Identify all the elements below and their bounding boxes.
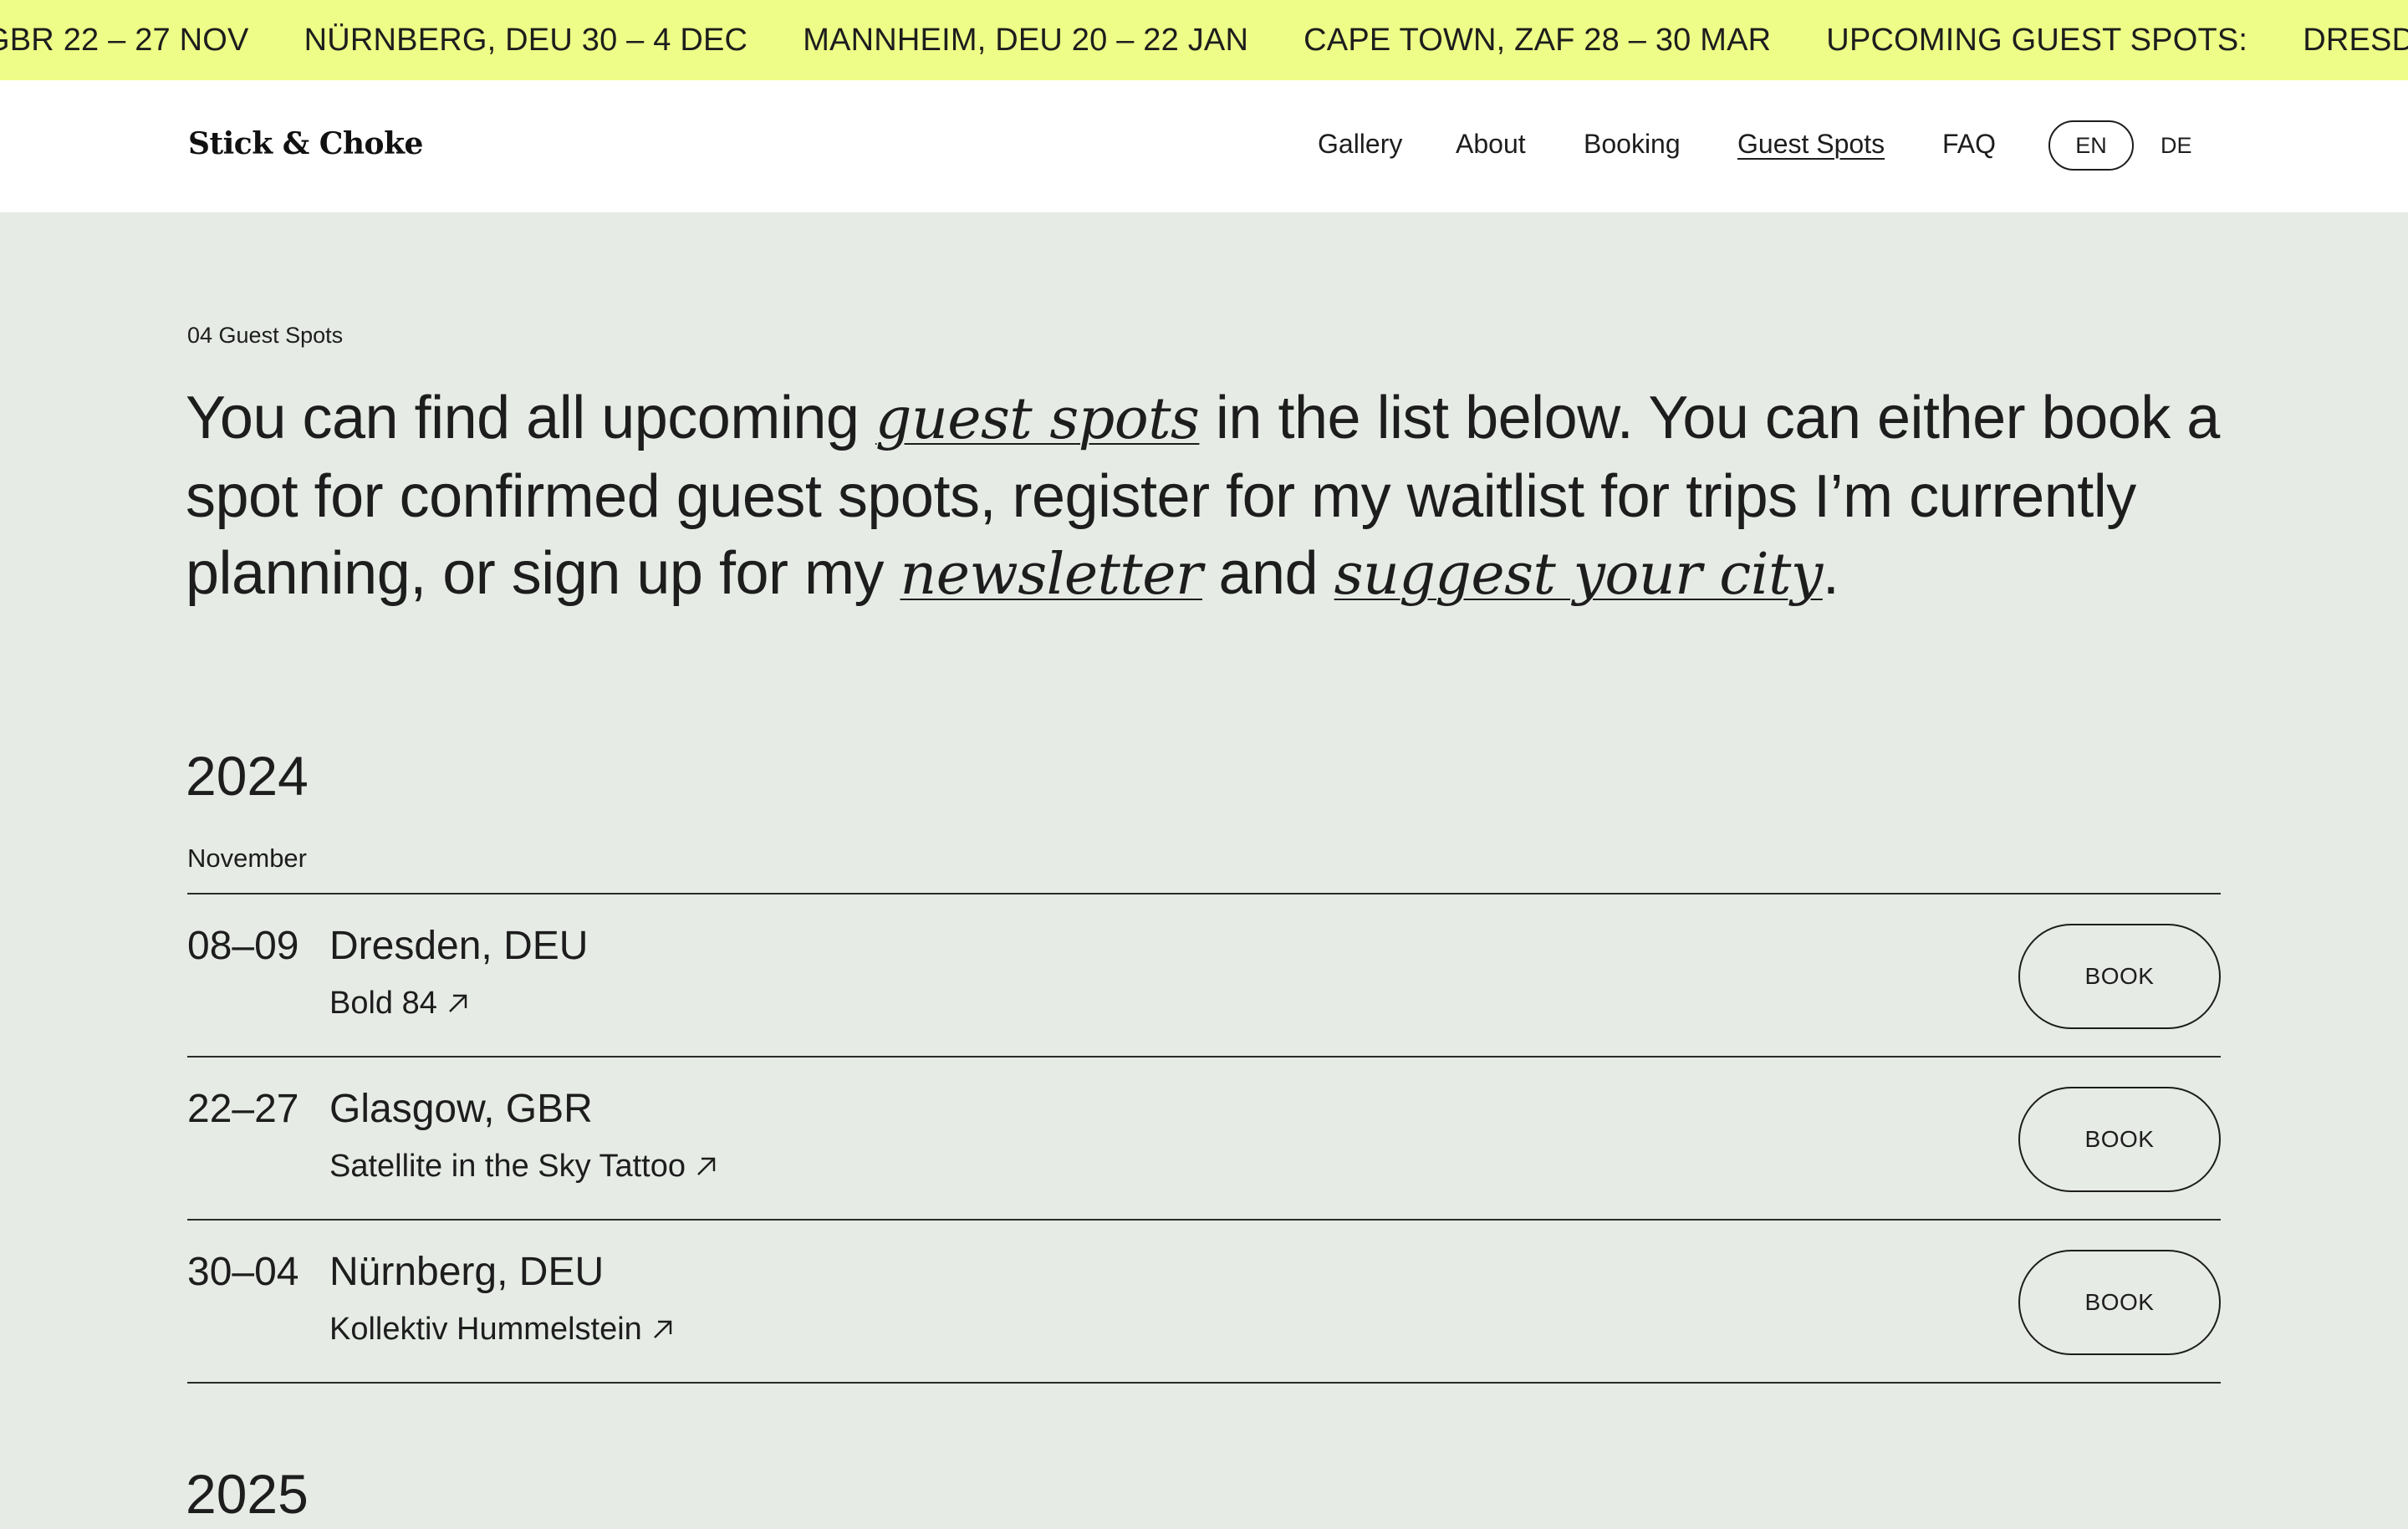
spot-city: Glasgow, GBR <box>329 1087 593 1131</box>
announcement-marquee: GBR 22 – 27 NOV NÜRNBERG, DEU 30 – 4 DEC… <box>0 0 2408 80</box>
site-logo[interactable]: Stick & Choke <box>188 122 423 166</box>
guest-spot-list: 08–09 Dresden, DEU Bold 84 BOOK 22–27 Gl… <box>187 893 2221 1384</box>
language-en-button[interactable]: EN <box>2048 120 2134 171</box>
spot-studio-name: Bold 84 <box>329 986 437 1021</box>
book-button[interactable]: BOOK <box>2018 1250 2221 1355</box>
nav-link-about[interactable]: About <box>1456 122 1526 166</box>
site-header: Stick & Choke Gallery About Booking Gues… <box>0 80 2408 212</box>
spot-date: 22–27 <box>187 1087 299 1131</box>
external-arrow-icon <box>697 1157 716 1175</box>
intro-text: . <box>1822 540 1839 607</box>
external-arrow-icon <box>449 994 467 1012</box>
marquee-track: GBR 22 – 27 NOV NÜRNBERG, DEU 30 – 4 DEC… <box>0 0 2408 80</box>
year-heading: 2024 <box>186 745 309 807</box>
spot-studio-name: Kollektiv Hummelstein <box>329 1312 642 1347</box>
marquee-item: NÜRNBERG, DEU 30 – 4 DEC <box>304 23 748 58</box>
spot-date: 30–04 <box>187 1250 299 1294</box>
external-arrow-icon <box>653 1320 671 1338</box>
spot-city: Nürnberg, DEU <box>329 1250 605 1294</box>
book-button[interactable]: BOOK <box>2018 924 2221 1029</box>
marquee-item: GBR 22 – 27 NOV <box>0 23 249 58</box>
language-de-button[interactable]: DE <box>2161 120 2192 171</box>
intro-text: You can find all upcoming <box>186 385 875 451</box>
book-button[interactable]: BOOK <box>2018 1087 2221 1192</box>
marquee-item: MANNHEIM, DEU 20 – 22 JAN <box>803 23 1249 58</box>
guest-spot-row: 30–04 Nürnberg, DEU Kollektiv Hummelstei… <box>187 1221 2221 1384</box>
guest-spots-link[interactable]: guest spots <box>875 386 1200 452</box>
nav-link-guest-spots[interactable]: Guest Spots <box>1737 122 1885 166</box>
nav-link-faq[interactable]: FAQ <box>1942 122 1996 166</box>
spot-studio-link[interactable]: Kollektiv Hummelstein <box>329 1309 676 1349</box>
spot-studio-link[interactable]: Bold 84 <box>329 983 471 1023</box>
suggest-city-link[interactable]: suggest your city <box>1334 542 1824 608</box>
nav-link-booking[interactable]: Booking <box>1584 122 1681 166</box>
newsletter-link[interactable]: newsletter <box>900 542 1202 608</box>
intro-paragraph: You can find all upcoming guest spots in… <box>186 380 2226 614</box>
month-heading: November <box>187 843 307 873</box>
year-heading-next: 2025 <box>186 1463 309 1525</box>
marquee-item: UPCOMING GUEST SPOTS: <box>1826 23 2248 58</box>
spot-city: Dresden, DEU <box>329 924 589 968</box>
marquee-item: DRESDEN, DEU 8 – 9 NOV <box>2303 23 2408 58</box>
marquee-item: CAPE TOWN, ZAF 28 – 30 MAR <box>1303 23 1772 58</box>
spot-date: 08–09 <box>187 924 299 968</box>
guest-spot-row: 08–09 Dresden, DEU Bold 84 BOOK <box>187 894 2221 1058</box>
section-label: 04 Guest Spots <box>187 323 344 348</box>
nav-link-gallery[interactable]: Gallery <box>1318 122 1402 166</box>
spot-studio-name: Satellite in the Sky Tattoo <box>329 1149 686 1184</box>
spot-studio-link[interactable]: Satellite in the Sky Tattoo <box>329 1146 719 1186</box>
intro-text: and <box>1202 540 1334 607</box>
guest-spot-row: 22–27 Glasgow, GBR Satellite in the Sky … <box>187 1058 2221 1221</box>
